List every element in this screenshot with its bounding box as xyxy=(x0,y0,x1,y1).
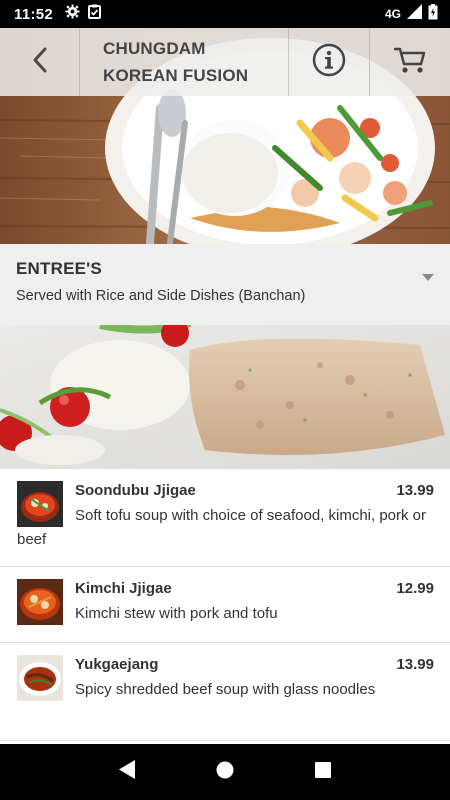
network-type: 4G xyxy=(384,7,401,21)
menu-item[interactable]: Soondubu Jjigae 13.99 Soft tofu soup wit… xyxy=(0,469,450,567)
gear-icon xyxy=(65,4,80,24)
category-title: ENTREE'S xyxy=(16,259,102,278)
category-header[interactable]: ENTREE'S Served with Rice and Side Dishe… xyxy=(0,244,450,325)
item-thumbnail xyxy=(17,655,63,701)
title-line-2: KOREAN FUSION xyxy=(103,66,249,85)
item-price: 13.99 xyxy=(396,656,434,673)
nav-back-button[interactable] xyxy=(107,752,147,792)
recents-square-icon xyxy=(315,761,331,783)
home-circle-icon xyxy=(216,761,234,784)
info-button[interactable] xyxy=(289,28,370,96)
clipboard-check-icon xyxy=(88,4,102,24)
back-triangle-icon xyxy=(118,760,136,784)
status-system-icons: 4G xyxy=(384,3,438,25)
restaurant-title: CHUNGDAM KOREAN FUSION xyxy=(80,28,289,96)
status-time: 11:52 xyxy=(14,5,54,23)
caret-down-icon[interactable] xyxy=(422,268,434,286)
item-description: Soft tofu soup with choice of seafood, k… xyxy=(17,507,427,548)
item-price: 12.99 xyxy=(396,580,434,597)
nav-recents-button[interactable] xyxy=(303,752,343,792)
item-name: Soondubu Jjigae xyxy=(75,482,196,499)
item-thumbnail xyxy=(17,579,63,625)
status-notification-icons xyxy=(65,4,102,24)
item-price: 13.99 xyxy=(396,482,434,499)
menu-item-list: Soondubu Jjigae 13.99 Soft tofu soup wit… xyxy=(0,469,450,741)
category-banner-image xyxy=(0,325,450,469)
battery-icon xyxy=(428,3,438,25)
cart-button[interactable] xyxy=(370,28,450,96)
menu-item[interactable]: Yukgaejang 13.99 Spicy shredded beef sou… xyxy=(0,643,450,741)
menu-item[interactable]: Kimchi Jjigae 12.99 Kimchi stew with por… xyxy=(0,567,450,643)
item-thumbnail xyxy=(17,481,63,527)
item-name: Yukgaejang xyxy=(75,656,159,673)
title-line-1: CHUNGDAM xyxy=(103,39,206,58)
item-description: Kimchi stew with pork and tofu xyxy=(75,605,278,622)
category-subtitle: Served with Rice and Side Dishes (Bancha… xyxy=(16,288,306,304)
signal-icon xyxy=(407,4,422,24)
status-bar: 11:52 4G xyxy=(0,0,450,28)
system-nav-bar xyxy=(0,744,450,800)
back-button[interactable] xyxy=(0,28,80,96)
app-screen: 11:52 4G CHUNGDAM KOREAN FUSION ENTREE'S… xyxy=(0,0,450,800)
chevron-left-icon xyxy=(32,47,48,78)
info-circle-icon xyxy=(312,43,346,82)
item-name: Kimchi Jjigae xyxy=(75,580,172,597)
cart-icon xyxy=(393,46,426,79)
item-description: Spicy shredded beef soup with glass nood… xyxy=(75,681,376,698)
nav-home-button[interactable] xyxy=(205,752,245,792)
app-header: CHUNGDAM KOREAN FUSION xyxy=(0,28,450,96)
